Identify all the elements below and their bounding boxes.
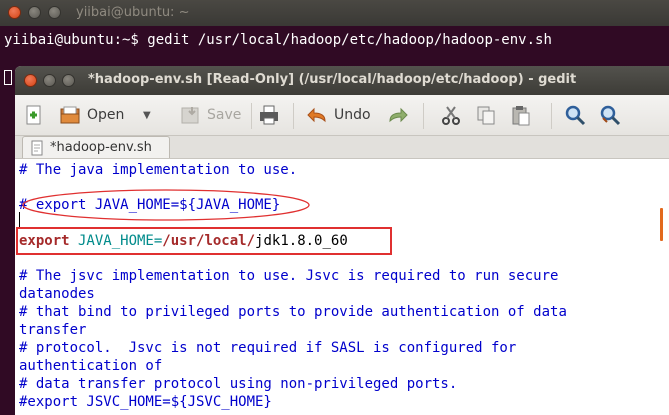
terminal-prompt: yiibai@ubuntu:~$	[4, 32, 139, 48]
maximize-icon[interactable]	[62, 74, 75, 87]
text-editor[interactable]: # The java implementation to use. # expo…	[15, 158, 669, 415]
code-line-java-home: export JAVA_HOME=/usr/local/jdk1.8.0_60	[19, 233, 348, 250]
open-folder-icon	[59, 104, 81, 126]
new-document-icon	[23, 104, 45, 126]
search-button[interactable]	[564, 101, 586, 129]
tab-label: *hadoop-env.sh	[50, 140, 152, 155]
new-button[interactable]	[23, 101, 45, 129]
scrollbar-indicator[interactable]	[660, 208, 663, 241]
undo-label: Undo	[334, 107, 371, 123]
path-part: local	[204, 233, 247, 249]
save-icon	[179, 104, 201, 126]
close-icon[interactable]	[8, 6, 21, 19]
toolbar: Open ▼ Save Undo	[15, 95, 669, 136]
gedit-window: *hadoop-env.sh [Read-Only] (/usr/local/h…	[15, 66, 669, 415]
keyword-export: export	[19, 233, 70, 249]
toolbar-separator	[423, 103, 424, 129]
save-button[interactable]: Save	[179, 101, 241, 129]
toolbar-separator	[251, 103, 252, 129]
open-dropdown-button[interactable]: ▼	[143, 101, 151, 129]
code-line: # data transfer protocol using non-privi…	[19, 376, 458, 392]
cut-button[interactable]	[440, 101, 462, 129]
save-label: Save	[207, 107, 242, 123]
terminal-title: yiibai@ubuntu: ~	[76, 5, 190, 20]
gedit-title: *hadoop-env.sh [Read-Only] (/usr/local/h…	[88, 72, 577, 87]
minimize-icon[interactable]	[28, 6, 41, 19]
open-button[interactable]: Open	[59, 101, 124, 129]
paste-button[interactable]	[510, 101, 532, 129]
minimize-icon[interactable]	[43, 74, 56, 87]
terminal-cursor	[4, 70, 12, 85]
replace-button[interactable]	[599, 101, 621, 129]
code-line: #export JSVC_HOME=${JSVC_HOME}	[19, 394, 272, 410]
code-line: # protocol. Jsvc is not required if SASL…	[19, 340, 517, 356]
redo-arrow-icon	[387, 104, 409, 126]
path-part: /	[246, 233, 256, 249]
undo-button[interactable]: Undo	[306, 101, 371, 129]
copy-button[interactable]	[475, 101, 497, 129]
close-icon[interactable]	[24, 74, 37, 87]
code-line: transfer	[19, 322, 87, 338]
terminal-command-line: yiibai@ubuntu:~$ gedit /usr/local/hadoop…	[4, 32, 552, 48]
maximize-icon[interactable]	[48, 6, 61, 19]
terminal-titlebar: yiibai@ubuntu: ~	[0, 0, 669, 26]
print-icon	[258, 104, 280, 126]
path-part: jdk1.8.0_60	[255, 233, 348, 249]
gedit-titlebar: *hadoop-env.sh [Read-Only] (/usr/local/h…	[15, 66, 669, 95]
paste-icon	[510, 104, 532, 126]
redo-button[interactable]	[387, 101, 409, 129]
undo-arrow-icon	[306, 104, 328, 126]
text-cursor	[19, 212, 20, 227]
search-icon	[564, 104, 586, 126]
tab-bar: *hadoop-env.sh	[15, 136, 669, 158]
ellipse-annotation	[22, 189, 310, 221]
code-line: # that bind to privileged ports to provi…	[19, 304, 567, 320]
code-line: datanodes	[19, 286, 95, 302]
path-part: /usr/	[162, 233, 205, 249]
copy-icon	[475, 104, 497, 126]
code-line: authentication of	[19, 358, 163, 374]
tab-hadoop-env[interactable]: *hadoop-env.sh	[22, 136, 170, 158]
code-line: # The java implementation to use.	[19, 162, 298, 178]
scissors-icon	[440, 104, 462, 126]
find-replace-icon	[599, 104, 621, 126]
variable-java-home: JAVA_HOME=	[69, 233, 163, 249]
code-line: # The jsvc implementation to use. Jsvc i…	[19, 268, 559, 284]
text-document-icon	[29, 140, 45, 156]
toolbar-separator	[293, 103, 294, 129]
toolbar-separator	[551, 103, 552, 129]
terminal-command: gedit /usr/local/hadoop/etc/hadoop/hadoo…	[147, 32, 552, 48]
print-button[interactable]	[258, 101, 280, 129]
open-label: Open	[87, 107, 125, 123]
dropdown-arrow-icon: ▼	[143, 109, 151, 121]
